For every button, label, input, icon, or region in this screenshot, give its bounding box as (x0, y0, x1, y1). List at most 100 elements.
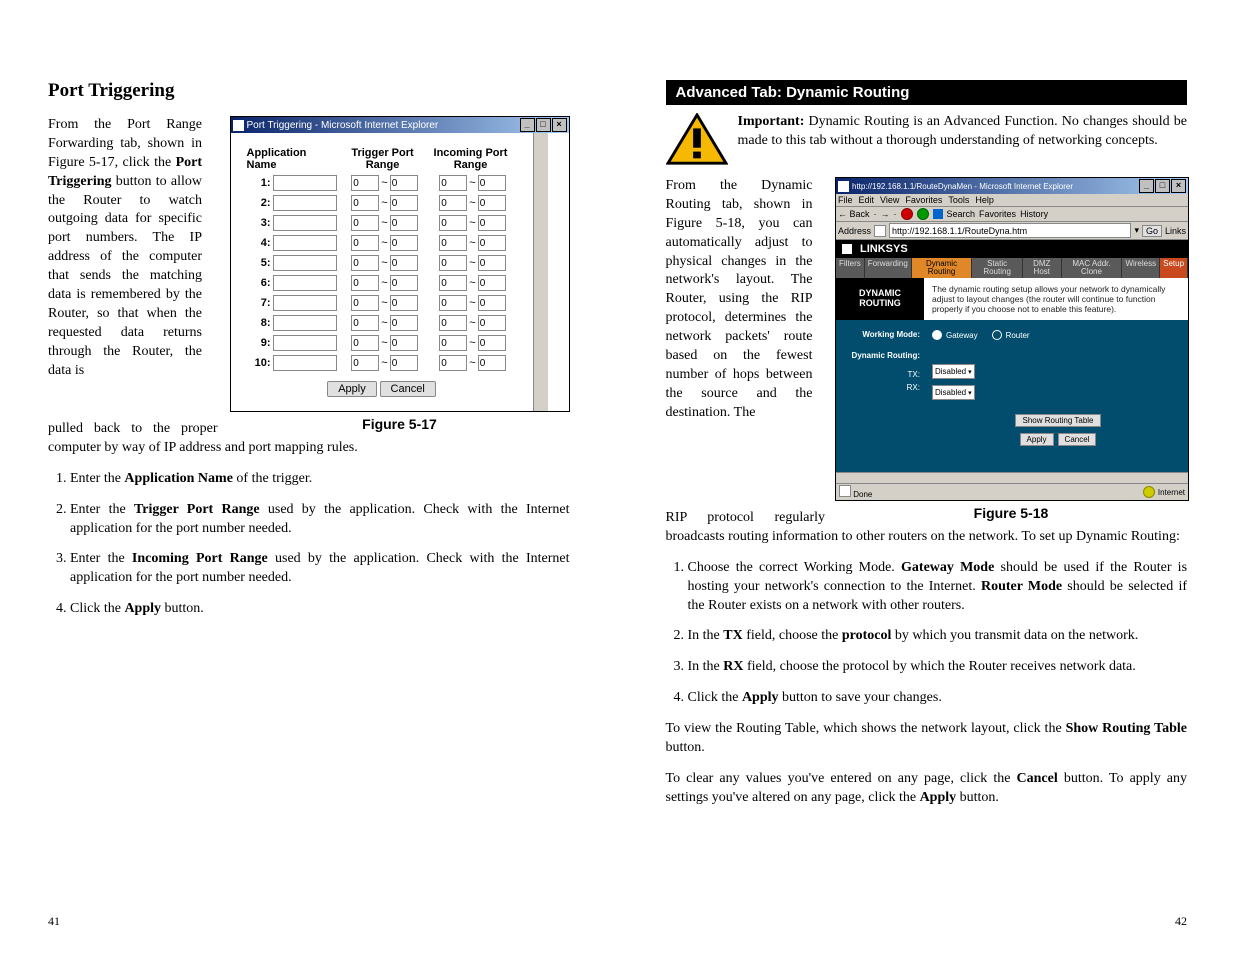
incoming-port-to[interactable] (478, 315, 506, 331)
gateway-radio[interactable] (932, 330, 942, 340)
scrollbar[interactable] (533, 133, 548, 411)
app-name-input[interactable] (273, 215, 337, 231)
menu-item[interactable]: File (838, 195, 853, 205)
home-icon[interactable] (933, 209, 943, 219)
app-name-input[interactable] (273, 315, 337, 331)
app-name-input[interactable] (273, 255, 337, 271)
menu-item[interactable]: Help (975, 195, 994, 205)
tab-static-routing[interactable]: Static Routing (972, 258, 1023, 278)
figure-5-17-caption: Figure 5-17 (230, 416, 570, 432)
trigger-port-from[interactable] (351, 215, 379, 231)
incoming-port-from[interactable] (439, 275, 467, 291)
trigger-port-to[interactable] (390, 235, 418, 251)
h-scroll[interactable] (836, 472, 1188, 483)
incoming-port-to[interactable] (478, 175, 506, 191)
trigger-port-from[interactable] (351, 355, 379, 371)
search-button[interactable]: Search (947, 209, 976, 219)
tx-select[interactable]: Disabled (932, 364, 975, 379)
apply-button[interactable]: Apply (327, 381, 377, 397)
trigger-port-from[interactable] (351, 335, 379, 351)
app-name-input[interactable] (273, 195, 337, 211)
incoming-port-from[interactable] (439, 195, 467, 211)
close-button[interactable]: × (1171, 179, 1186, 193)
cancel-button[interactable]: Cancel (1058, 433, 1097, 446)
trigger-port-to[interactable] (390, 335, 418, 351)
app-name-input[interactable] (273, 235, 337, 251)
minimize-button[interactable]: _ (1139, 179, 1154, 193)
router-radio[interactable] (992, 330, 1002, 340)
incoming-port-to[interactable] (478, 255, 506, 271)
history-button[interactable]: History (1020, 209, 1048, 219)
incoming-port-to[interactable] (478, 295, 506, 311)
incoming-port-to[interactable] (478, 195, 506, 211)
tab-setup[interactable]: Setup (1160, 258, 1188, 278)
incoming-port-from[interactable] (439, 315, 467, 331)
menu-item[interactable]: View (880, 195, 899, 205)
incoming-port-to[interactable] (478, 275, 506, 291)
trigger-port-from[interactable] (351, 295, 379, 311)
tab-dmz-host[interactable]: DMZ Host (1023, 258, 1062, 278)
apply-button[interactable]: Apply (1020, 433, 1054, 446)
trigger-port-from[interactable] (351, 275, 379, 291)
trigger-port-to[interactable] (390, 355, 418, 371)
incoming-port-from[interactable] (439, 355, 467, 371)
incoming-port-from[interactable] (439, 175, 467, 191)
trigger-port-from[interactable] (351, 175, 379, 191)
tab-wireless[interactable]: Wireless (1122, 258, 1160, 278)
minimize-button[interactable]: _ (520, 118, 535, 132)
trigger-port-from[interactable] (351, 255, 379, 271)
internet-icon (1143, 486, 1155, 498)
trigger-port-to[interactable] (390, 295, 418, 311)
trigger-port-to[interactable] (390, 275, 418, 291)
tab-filters[interactable]: Filters (836, 258, 865, 278)
figure-5-17-container: Port Triggering - Microsoft Internet Exp… (230, 116, 570, 432)
tab-forwarding[interactable]: Forwarding (865, 258, 912, 278)
cancel-button[interactable]: Cancel (380, 381, 436, 397)
refresh-icon[interactable] (917, 208, 929, 220)
app-name-input[interactable] (273, 335, 337, 351)
trigger-port-from[interactable] (351, 195, 379, 211)
tab-mac-addr-clone[interactable]: MAC Addr. Clone (1062, 258, 1123, 278)
menu-item[interactable]: Edit (859, 195, 875, 205)
app-name-input[interactable] (273, 275, 337, 291)
app-name-input[interactable] (273, 355, 337, 371)
maximize-button[interactable]: □ (1155, 179, 1170, 193)
incoming-port-from[interactable] (439, 235, 467, 251)
trigger-port-from[interactable] (351, 235, 379, 251)
trigger-port-to[interactable] (390, 315, 418, 331)
address-input[interactable] (889, 223, 1131, 238)
trigger-port-from[interactable] (351, 315, 379, 331)
favorites-button[interactable]: Favorites (979, 209, 1016, 219)
address-dropdown[interactable]: ▾ (1134, 225, 1139, 236)
trigger-port-to[interactable] (390, 255, 418, 271)
port-trigger-row: 2:~~ (247, 195, 517, 211)
app-name-input[interactable] (273, 175, 337, 191)
maximize-button[interactable]: □ (536, 118, 551, 132)
show-routing-table-button[interactable]: Show Routing Table (1015, 414, 1100, 427)
rx-select[interactable]: Disabled (932, 385, 975, 400)
tab-dynamic-routing[interactable]: Dynamic Routing (912, 258, 972, 278)
incoming-port-from[interactable] (439, 335, 467, 351)
incoming-port-from[interactable] (439, 255, 467, 271)
incoming-port-to[interactable] (478, 355, 506, 371)
go-button[interactable]: Go (1142, 225, 1162, 237)
window-title: Port Triggering - Microsoft Internet Exp… (247, 120, 439, 131)
incoming-port-to[interactable] (478, 335, 506, 351)
warning-text: Important: Dynamic Routing is an Advance… (738, 113, 1188, 167)
trigger-port-to[interactable] (390, 215, 418, 231)
menu-item[interactable]: Tools (948, 195, 969, 205)
stop-icon[interactable] (901, 208, 913, 220)
back-button[interactable]: ← Back (838, 209, 870, 219)
menu-item[interactable]: Favorites (905, 195, 942, 205)
address-bar: Address ▾ Go Links (836, 222, 1188, 240)
app-name-input[interactable] (273, 295, 337, 311)
incoming-port-from[interactable] (439, 295, 467, 311)
close-button[interactable]: × (552, 118, 567, 132)
ie-icon (838, 181, 849, 192)
incoming-port-to[interactable] (478, 215, 506, 231)
incoming-port-from[interactable] (439, 215, 467, 231)
trigger-port-to[interactable] (390, 195, 418, 211)
step-item: In the TX field, choose the protocol by … (688, 627, 1188, 646)
trigger-port-to[interactable] (390, 175, 418, 191)
incoming-port-to[interactable] (478, 235, 506, 251)
